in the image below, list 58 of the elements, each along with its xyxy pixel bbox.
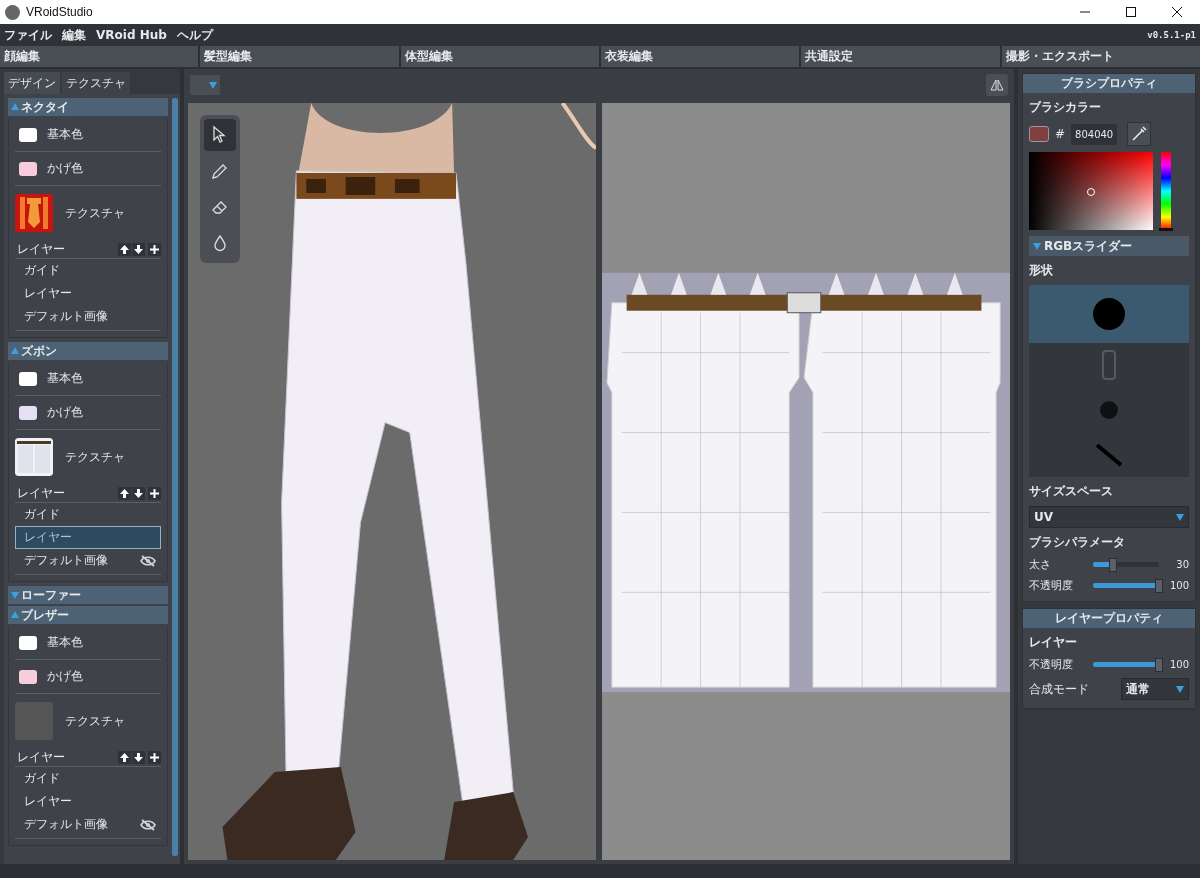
- section-header[interactable]: ローファー: [8, 586, 168, 604]
- color-label: 基本色: [47, 634, 83, 651]
- mode-tab[interactable]: 共通設定: [801, 46, 1000, 67]
- mode-tab[interactable]: 髪型編集: [200, 46, 399, 67]
- hash-label: #: [1055, 127, 1066, 141]
- size-space-dropdown[interactable]: UV: [1029, 506, 1189, 528]
- layer-item[interactable]: レイヤー: [15, 790, 161, 813]
- layer-label: レイヤー: [17, 240, 66, 258]
- layer-label: レイヤー: [17, 748, 66, 766]
- mode-tab[interactable]: 撮影・エクスポート: [1001, 46, 1200, 67]
- layer-item[interactable]: レイヤー: [15, 526, 161, 549]
- mode-tab[interactable]: 衣装編集: [601, 46, 800, 67]
- layer-item[interactable]: デフォルト画像: [15, 549, 161, 572]
- hex-field[interactable]: 804040: [1071, 123, 1118, 145]
- color-label: かげ色: [47, 160, 83, 177]
- layer-item[interactable]: レイヤー: [15, 282, 161, 305]
- size-space-label: サイズスペース: [1029, 483, 1114, 500]
- layer-item[interactable]: ガイド: [15, 503, 161, 526]
- color-label: かげ色: [47, 404, 83, 421]
- layer-item[interactable]: デフォルト画像: [15, 813, 161, 836]
- brush-color-label: ブラシカラー: [1029, 99, 1102, 116]
- rgb-slider-toggle[interactable]: RGBスライダー: [1029, 236, 1189, 256]
- slider-value: 100: [1168, 659, 1189, 670]
- layer-item[interactable]: ガイド: [15, 767, 161, 790]
- layer-item[interactable]: デフォルト画像: [15, 305, 161, 328]
- section-header[interactable]: ブレザー: [8, 606, 168, 624]
- texture-label: テクスチャ: [65, 712, 125, 730]
- color-label: 基本色: [47, 370, 83, 387]
- menu-item[interactable]: 編集: [62, 26, 86, 44]
- texture-label: テクスチャ: [65, 204, 125, 222]
- version-label: v0.5.1-p1: [1147, 30, 1196, 40]
- brush-params-label: ブラシパラメータ: [1029, 534, 1126, 551]
- mode-tab[interactable]: 顔編集: [0, 46, 199, 67]
- color-label: 基本色: [47, 126, 83, 143]
- menu-item[interactable]: ヘルプ: [176, 26, 213, 44]
- layer-label: レイヤー: [1029, 634, 1078, 651]
- section-header[interactable]: ズボン: [8, 342, 168, 360]
- blend-mode-dropdown[interactable]: 通常: [1121, 678, 1189, 700]
- menu-item[interactable]: ファイル: [4, 26, 52, 44]
- slider-label: 不透明度: [1029, 657, 1074, 672]
- section-header[interactable]: ネクタイ: [8, 98, 168, 116]
- menu-item[interactable]: VRoid Hub: [96, 28, 167, 42]
- slider-label: 不透明度: [1029, 578, 1074, 593]
- shape-label: 形状: [1029, 262, 1054, 279]
- layer-label: レイヤー: [17, 484, 66, 502]
- slider-value: 30: [1175, 559, 1189, 570]
- slider-value: 100: [1168, 580, 1189, 591]
- panel-header: レイヤープロパティ: [1023, 609, 1195, 628]
- window-title: VRoidStudio: [26, 5, 94, 19]
- slider-label: 太さ: [1029, 557, 1052, 572]
- blend-mode-label: 合成モード: [1029, 680, 1089, 698]
- color-label: かげ色: [47, 668, 83, 685]
- texture-label: テクスチャ: [65, 448, 125, 466]
- mode-tab[interactable]: 体型編集: [400, 46, 599, 67]
- sub-tab[interactable]: テクスチャ: [62, 72, 130, 94]
- panel-header: ブラシプロパティ: [1023, 74, 1195, 93]
- sub-tab[interactable]: デザイン: [4, 72, 60, 94]
- layer-item[interactable]: ガイド: [15, 259, 161, 282]
